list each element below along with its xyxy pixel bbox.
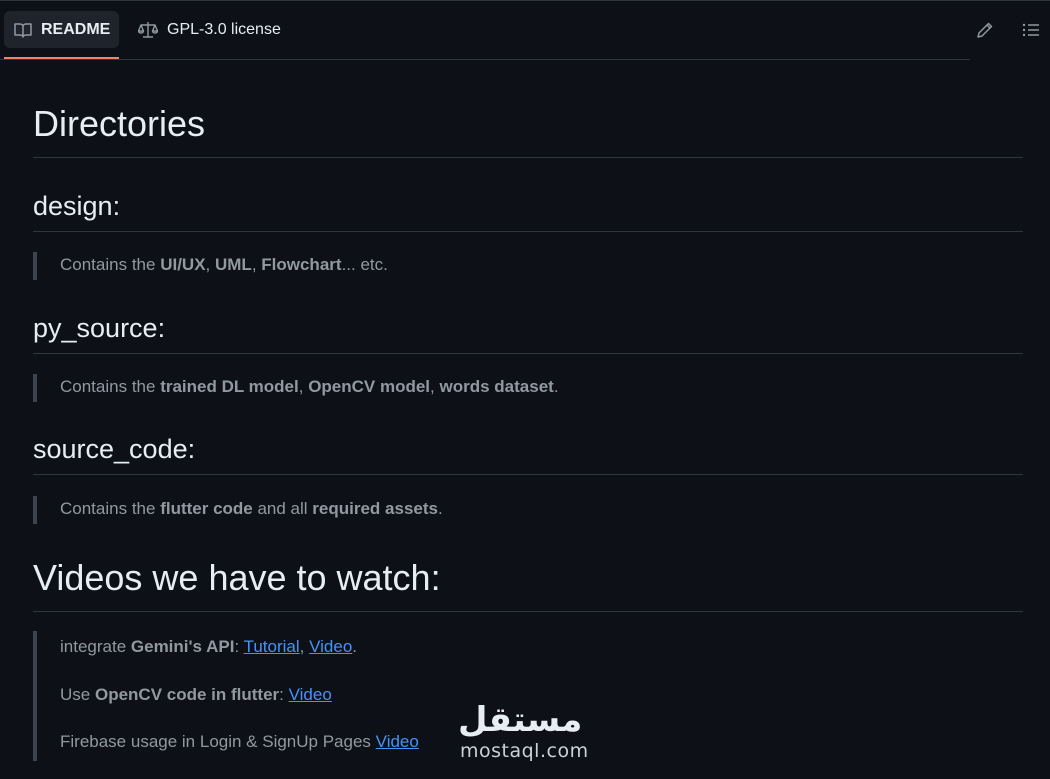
source-code-description: Contains the flutter code and all requir… [60,499,443,518]
heading-videos: Videos we have to watch: [33,556,1023,612]
design-description: Contains the UI/UX, UML, Flowchart... et… [60,255,388,274]
tab-license-label: GPL-3.0 license [167,20,281,38]
tutorial-link[interactable]: Tutorial [244,637,300,656]
watermark-logo: مستقل [458,700,583,740]
heading-directories: Directories [33,102,1023,158]
video-item-firebase: Firebase usage in Login & SignUp Pages V… [60,732,419,751]
pencil-icon[interactable] [975,20,995,40]
heading-py-source: py_source: [33,311,1023,354]
watermark-text: mostaql.com [460,740,589,762]
video-item-opencv: Use OpenCV code in flutter: Video [60,685,332,704]
book-icon [14,20,32,40]
heading-source-code: source_code: [33,432,1023,475]
design-quote: Contains the UI/UX, UML, Flowchart... et… [33,252,656,280]
py-source-quote: Contains the trained DL model, OpenCV mo… [33,374,656,402]
gemini-video-link[interactable]: Video [309,637,352,656]
tab-readme-label: README [41,20,111,38]
active-tab-indicator [4,57,119,59]
source-code-quote: Contains the flutter code and all requir… [33,496,656,524]
readme-tab-bar: README GPL-3.0 license [0,1,970,60]
video-item-gemini: integrate Gemini's API: Tutorial, Video. [60,637,358,656]
tab-readme[interactable]: README [4,11,119,48]
mostaql-watermark: مستقل mostaql.com [458,700,593,766]
firebase-video-link[interactable]: Video [376,732,419,751]
heading-design: design: [33,189,1023,232]
opencv-video-link[interactable]: Video [289,685,332,704]
py-source-description: Contains the trained DL model, OpenCV mo… [60,377,559,396]
tab-license[interactable]: GPL-3.0 license [128,11,298,48]
law-scale-icon [138,20,158,40]
list-unordered-icon[interactable] [1021,20,1041,40]
